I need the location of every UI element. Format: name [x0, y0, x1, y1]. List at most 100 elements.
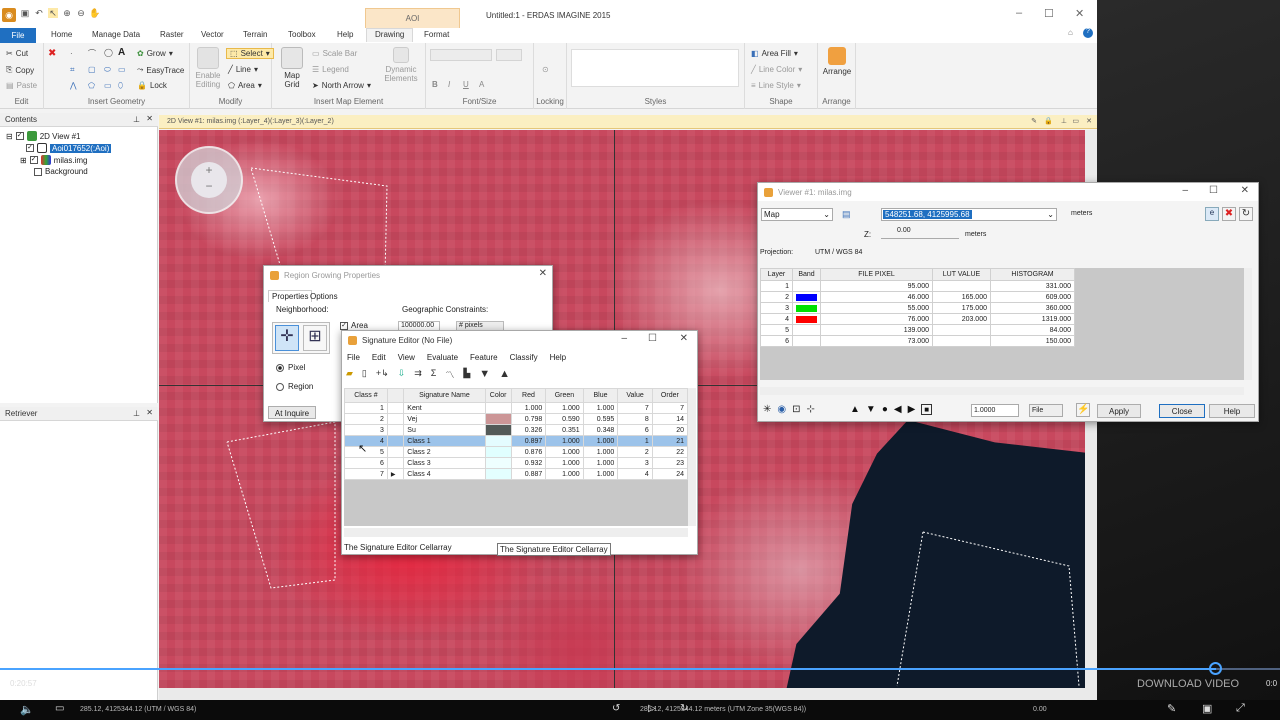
cell-green[interactable]: 1.000 — [545, 457, 584, 469]
close-icon[interactable]: ✕ — [1241, 185, 1249, 196]
col-histogram[interactable]: HISTOGRAM — [990, 268, 1075, 281]
square-icon[interactable]: ▢ — [88, 65, 96, 74]
map-grid-button[interactable]: Map Grid — [278, 47, 306, 89]
video-scrubber-handle[interactable] — [1209, 662, 1222, 675]
scale-bar-button[interactable]: ▭ Scale Bar — [312, 49, 357, 58]
cell-order[interactable]: 24 — [651, 468, 688, 480]
col-color[interactable]: Color — [484, 388, 512, 403]
delete-icon[interactable]: ✖ — [48, 48, 56, 59]
merge-icon[interactable]: ⇉ — [414, 368, 422, 381]
help-button[interactable]: Help — [1209, 404, 1255, 418]
pin-icon[interactable]: ⊥ — [133, 115, 140, 124]
pixel-info-cellarray[interactable]: Layer Band FILE PIXEL LUT VALUE HISTOGRA… — [760, 268, 1244, 380]
legend-button[interactable]: ☰ Legend — [312, 65, 349, 74]
cell-order[interactable]: 21 — [651, 435, 688, 447]
tab-raster[interactable]: Raster — [160, 30, 184, 39]
col-blue[interactable]: Blue — [582, 388, 619, 403]
screen-icon[interactable]: ▣ — [1202, 702, 1212, 715]
minimize-icon[interactable]: – — [621, 333, 627, 344]
table-row[interactable]: 3 55.000 175.000 360.000 — [760, 302, 1075, 314]
zoom-in-icon[interactable]: ⊕ — [62, 8, 72, 18]
tree-aoi-layer[interactable]: ✓ Aoi017652(:Aoi) — [26, 143, 112, 153]
signature-vertical-scrollbar[interactable] — [688, 388, 696, 526]
table-row[interactable]: 4 Class 1 0.897 1.000 1.000 1 21 — [344, 435, 688, 447]
mean-plot-icon[interactable]: ▙ — [463, 368, 470, 381]
cell-blue[interactable]: 1.000 — [582, 446, 619, 458]
cell-order[interactable]: 22 — [651, 446, 688, 458]
coordinate-type-dropdown[interactable]: Map ⌄ — [761, 208, 833, 221]
clear-icon[interactable]: ✖ — [1222, 207, 1236, 221]
col-red[interactable]: Red — [510, 388, 547, 403]
line-button[interactable]: ╱ Line ▾ — [228, 65, 258, 74]
color-swatch[interactable] — [484, 402, 512, 414]
styles-gallery[interactable] — [571, 49, 739, 87]
cell-name[interactable]: Class 1 — [403, 435, 486, 447]
font-size-dropdown[interactable] — [496, 49, 522, 61]
area-checkbox[interactable]: ✓ Area — [340, 321, 368, 330]
cell-value[interactable]: 7 — [617, 402, 653, 414]
undo-icon[interactable]: ↶ — [34, 8, 44, 18]
color-swatch[interactable] — [484, 435, 512, 447]
captions-icon[interactable]: ▭ — [55, 703, 64, 714]
cell-n[interactable]: 7 — [344, 468, 388, 480]
minimize-icon[interactable]: – — [1182, 185, 1188, 196]
eye-icon[interactable]: e — [1205, 207, 1219, 221]
col-band[interactable]: Band — [792, 268, 821, 281]
cell-red[interactable]: 0.876 — [510, 446, 547, 458]
add-signature-icon[interactable]: +↳ — [376, 368, 389, 381]
font-color-icon[interactable]: A — [479, 80, 484, 89]
close-icon[interactable]: ✕ — [1086, 117, 1092, 125]
table-row[interactable]: 1 Kent 1.000 1.000 1.000 7 7 — [344, 402, 688, 414]
crosshair-icon[interactable]: ✳ — [763, 404, 771, 415]
cell-value[interactable]: 6 — [617, 424, 653, 436]
cell-value[interactable]: 1 — [617, 435, 653, 447]
cell-order[interactable]: 20 — [651, 424, 688, 436]
lock-style-icon[interactable]: ⊙ — [542, 65, 549, 74]
cell-order[interactable]: 7 — [651, 402, 688, 414]
cell-blue[interactable]: 0.595 — [582, 413, 619, 425]
tab-home[interactable]: Home — [51, 30, 72, 39]
zoom-out-icon[interactable]: ⊖ — [76, 8, 86, 18]
cell-red[interactable]: 0.887 — [510, 468, 547, 480]
table-row[interactable]: 4 76.000 203.000 1319.000 — [760, 313, 1075, 325]
signature-horizontal-scrollbar[interactable] — [344, 528, 688, 537]
north-arrow-button[interactable]: ➤ North Arrow ▾ — [312, 81, 371, 90]
tab-toolbox[interactable]: Toolbox — [288, 30, 316, 39]
text-icon[interactable]: A — [118, 47, 125, 58]
cell-order[interactable]: 23 — [651, 457, 688, 469]
minimize-icon[interactable]: – — [1016, 7, 1022, 19]
download-video-button[interactable]: DOWNLOAD VIDEO — [1137, 678, 1239, 690]
globe-icon[interactable]: ◉ — [777, 404, 786, 415]
move-up-icon[interactable]: ▲ — [499, 368, 510, 381]
cell-green[interactable]: 1.000 — [545, 446, 584, 458]
maximize-icon[interactable]: ☐ — [1209, 185, 1218, 196]
grow-button[interactable]: ✿ Grow ▾ — [137, 49, 173, 58]
cell-order[interactable]: 14 — [651, 413, 688, 425]
color-swatch[interactable] — [484, 446, 512, 458]
step-icon[interactable]: ■ — [921, 404, 933, 415]
color-swatch[interactable] — [484, 424, 512, 436]
cell-name[interactable]: Su — [403, 424, 486, 436]
cell-n[interactable]: 2 — [344, 413, 388, 425]
close-button[interactable]: Close — [1159, 404, 1205, 418]
easytrace-button[interactable]: ⤳ EasyTrace — [137, 65, 184, 75]
current-row-marker[interactable] — [386, 402, 405, 414]
cell-blue[interactable]: 1.000 — [582, 402, 619, 414]
cell-name[interactable]: Class 2 — [403, 446, 486, 458]
bold-icon[interactable]: B — [432, 80, 438, 89]
map-horizontal-scrollbar[interactable] — [159, 688, 1097, 700]
move-down-icon[interactable]: ▼ — [479, 368, 490, 381]
fullscreen-icon[interactable]: ⤢ — [1236, 702, 1245, 715]
col-layer[interactable]: Layer — [760, 268, 793, 281]
step-scale-field[interactable]: 1.0000 — [971, 404, 1019, 417]
tab-format[interactable]: Format — [424, 30, 449, 39]
rect-icon[interactable]: ▭ — [118, 65, 126, 74]
tree-background[interactable]: Background — [34, 167, 88, 176]
table-row[interactable]: 1 95.000 331.000 — [760, 280, 1075, 292]
cut-button[interactable]: ✂ Cut — [6, 49, 28, 58]
tab-drawing[interactable]: Drawing — [366, 28, 414, 42]
cell-n[interactable]: 3 — [344, 424, 388, 436]
cell-green[interactable]: 1.000 — [545, 402, 584, 414]
ribbon-collapse-icon[interactable]: ⌂ — [1068, 28, 1073, 37]
menu-feature[interactable]: Feature — [470, 353, 498, 362]
